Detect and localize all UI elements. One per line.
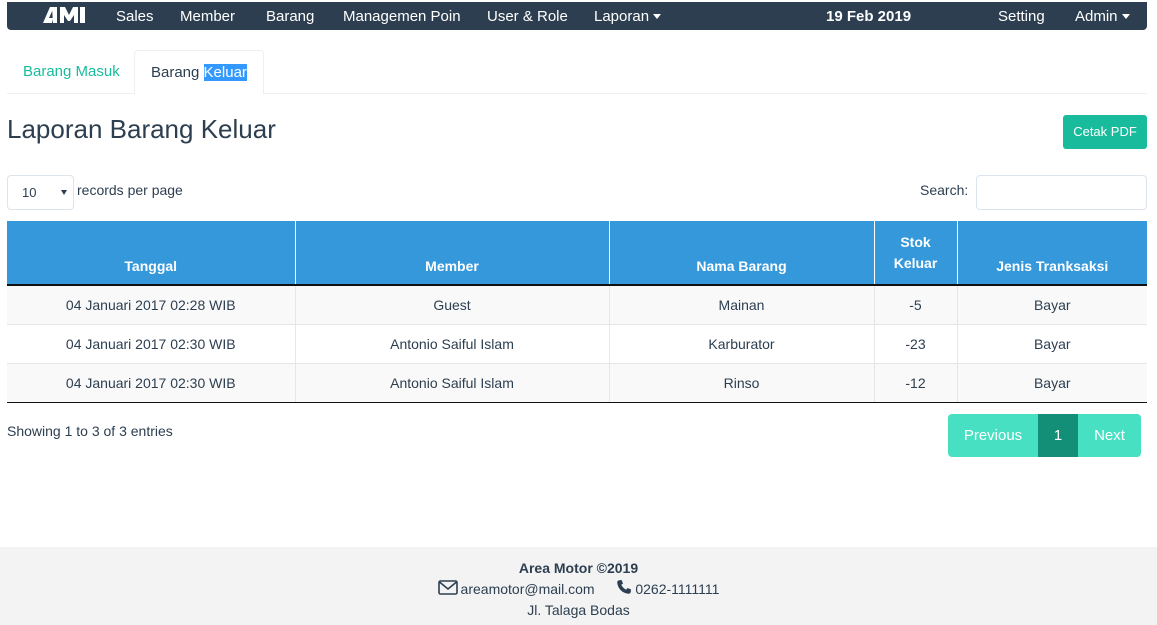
column-header-member[interactable]: Member [295,221,610,285]
envelope-icon [437,579,458,598]
nav-setting[interactable]: Setting [998,8,1045,25]
footer-address: Jl. Talaga Bodas [527,602,630,618]
report-table: Tanggal Member Nama Barang Stok Keluar J… [7,221,1147,403]
table-row: 04 Januari 2017 02:30 WIB Antonio Saiful… [7,323,1147,363]
cell-member: Guest [295,284,610,324]
nav-sales[interactable]: Sales [116,8,154,25]
column-header-jenis-transaksi[interactable]: Jenis Tranksaksi [957,221,1147,285]
nav-admin-label: Admin [1075,8,1118,25]
cell-jenis-transaksi: Bayar [957,323,1147,363]
column-header-stok-keluar[interactable]: Stok Keluar [874,221,958,285]
footer-brand: Area Motor ©2019 [518,560,639,576]
previous-page-button[interactable]: Previous [948,414,1038,457]
search-input[interactable] [976,175,1147,210]
records-per-page-label: records per page [77,182,183,198]
page-length-select[interactable]: 10 [7,175,74,210]
cell-tanggal: 04 Januari 2017 02:30 WIB [7,323,296,363]
search-label: Search: [920,182,969,198]
nav-user-role[interactable]: User & Role [487,8,568,25]
tab-label: Barang [151,64,204,81]
print-pdf-button[interactable]: Cetak PDF [1063,115,1147,149]
tab-barang-keluar[interactable]: Barang Keluar [134,50,264,95]
column-header-tanggal[interactable]: Tanggal [7,221,296,285]
cell-stok-keluar: -23 [874,323,958,363]
current-date: 19 Feb 2019 [826,8,912,25]
cell-nama-barang: Rinso [609,362,875,403]
table-info: Showing 1 to 3 of 3 entries [7,423,173,439]
cell-tanggal: 04 Januari 2017 02:28 WIB [7,284,296,324]
column-header-nama-barang[interactable]: Nama Barang [609,221,875,285]
page-length-value: 10 [22,185,37,200]
page-title: Laporan Barang Keluar [7,114,276,144]
cell-nama-barang: Karburator [609,323,875,363]
footer-phone[interactable]: 0262-1111111 [635,581,719,597]
table-row: 04 Januari 2017 02:28 WIB Guest Mainan -… [7,284,1147,324]
cell-jenis-transaksi: Bayar [957,284,1147,324]
cell-member: Antonio Saiful Islam [295,362,610,403]
next-page-button[interactable]: Next [1078,414,1141,457]
nav-admin-menu[interactable]: Admin [1075,8,1130,25]
nav-laporan[interactable]: Laporan [594,8,662,25]
caret-down-icon [1121,13,1130,19]
table-header-row: Tanggal Member Nama Barang Stok Keluar J… [7,221,1147,285]
nav-managemen-poin[interactable]: Managemen Poin [343,8,461,25]
footer-email[interactable]: areamotor@mail.com [461,581,595,597]
cell-tanggal: 04 Januari 2017 02:30 WIB [7,362,296,403]
cell-member: Antonio Saiful Islam [295,323,610,363]
top-navbar: Sales Member Barang Managemen Poin User … [7,2,1147,30]
cell-stok-keluar: -12 [874,362,958,403]
nav-member[interactable]: Member [180,8,235,25]
report-tabs: Barang Masuk Barang Keluar [7,50,1147,95]
cell-jenis-transaksi: Bayar [957,362,1147,403]
footer-contact: areamotor@mail.com 0262-1111111 [0,579,1157,600]
page-1-button[interactable]: 1 [1038,414,1078,457]
cell-nama-barang: Mainan [609,284,875,324]
dropdown-arrow-icon [61,190,67,195]
page-footer: Area Motor ©2019 areamotor@mail.com 0262… [0,547,1157,625]
app-logo[interactable] [41,6,87,24]
caret-down-icon [653,13,662,19]
nav-laporan-label: Laporan [594,8,650,25]
tab-barang-masuk[interactable]: Barang Masuk [7,50,136,94]
phone-icon [616,579,632,598]
cell-stok-keluar: -5 [874,284,958,324]
pagination: Previous 1 Next [948,414,1141,457]
table-row: 04 Januari 2017 02:30 WIB Antonio Saiful… [7,362,1147,403]
selected-text: Keluar [203,64,247,81]
logo-icon [43,7,85,23]
nav-barang[interactable]: Barang [266,8,314,25]
